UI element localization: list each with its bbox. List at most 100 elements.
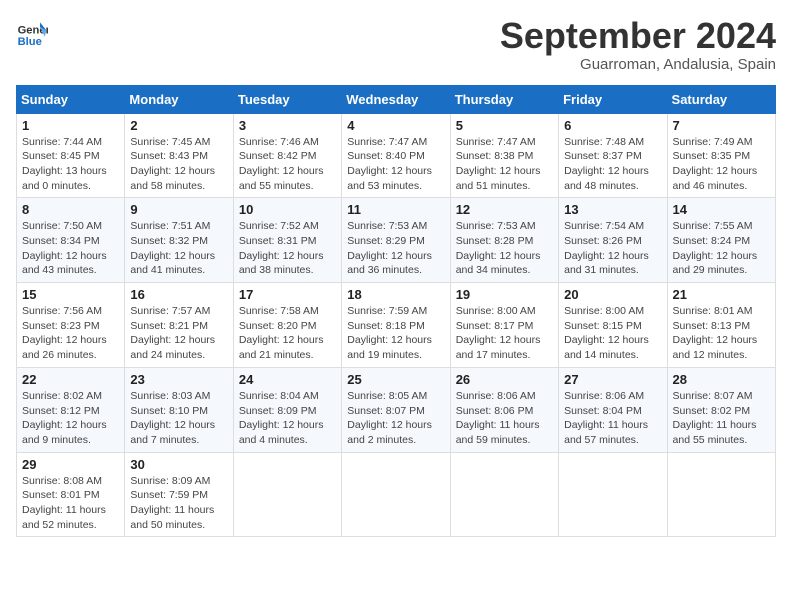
calendar-cell: 9Sunrise: 7:51 AM Sunset: 8:32 PM Daylig… bbox=[125, 198, 233, 283]
calendar-cell: 20 Sunrise: 8:00 AM Sunset: 8:15 PM Dayli… bbox=[559, 283, 667, 368]
page-header: General Blue September 2024 Guarroman, A… bbox=[16, 16, 776, 73]
day-number: 10 bbox=[239, 202, 336, 217]
calendar-cell bbox=[233, 452, 341, 537]
day-info: Sunrise: 7:50 AM Sunset: 8:34 PM Dayligh… bbox=[22, 219, 119, 278]
day-info: Sunrise: 8:06 AM Sunset: 8:04 PM Dayligh… bbox=[564, 389, 661, 448]
day-number: 24 bbox=[239, 372, 336, 387]
day-info: Sunrise: 8:02 AM Sunset: 8:12 PM Dayligh… bbox=[22, 389, 119, 448]
month-title: September 2024 bbox=[500, 16, 776, 56]
day-info: Sunrise: 8:07 AM Sunset: 8:02 PM Dayligh… bbox=[673, 389, 770, 448]
calendar-table: SundayMondayTuesdayWednesdayThursdayFrid… bbox=[16, 85, 776, 538]
day-info: Sunrise: 8:09 AM Sunset: 7:59 PM Dayligh… bbox=[130, 474, 227, 533]
calendar-week-row: 29 Sunrise: 8:08 AM Sunset: 8:01 PM Dayli… bbox=[17, 452, 776, 537]
calendar-cell bbox=[667, 452, 775, 537]
day-info: Sunrise: 7:53 AM Sunset: 8:29 PM Dayligh… bbox=[347, 219, 444, 278]
calendar-cell: 5Sunrise: 7:47 AM Sunset: 8:38 PM Daylig… bbox=[450, 113, 558, 198]
day-number: 17 bbox=[239, 287, 336, 302]
day-number: 21 bbox=[673, 287, 770, 302]
calendar-cell: 16 Sunrise: 7:57 AM Sunset: 8:21 PM Dayli… bbox=[125, 283, 233, 368]
day-info: Sunrise: 8:08 AM Sunset: 8:01 PM Dayligh… bbox=[22, 474, 119, 533]
calendar-week-row: 22 Sunrise: 8:02 AM Sunset: 8:12 PM Dayli… bbox=[17, 367, 776, 452]
calendar-cell: 14Sunrise: 7:55 AM Sunset: 8:24 PM Dayli… bbox=[667, 198, 775, 283]
calendar-cell: 11 Sunrise: 7:53 AM Sunset: 8:29 PM Dayli… bbox=[342, 198, 450, 283]
day-number: 16 bbox=[130, 287, 227, 302]
day-info: Sunrise: 7:53 AM Sunset: 8:28 PM Dayligh… bbox=[456, 219, 553, 278]
calendar-cell: 1 Sunrise: 7:44 AM Sunset: 8:45 PM Daylig… bbox=[17, 113, 125, 198]
day-info: Sunrise: 7:47 AM Sunset: 8:38 PM Dayligh… bbox=[456, 135, 553, 194]
day-info: Sunrise: 7:48 AM Sunset: 8:37 PM Dayligh… bbox=[564, 135, 661, 194]
day-number: 8 bbox=[22, 202, 119, 217]
day-info: Sunrise: 7:49 AM Sunset: 8:35 PM Dayligh… bbox=[673, 135, 770, 194]
day-info: Sunrise: 7:58 AM Sunset: 8:20 PM Dayligh… bbox=[239, 304, 336, 363]
column-header-friday: Friday bbox=[559, 85, 667, 113]
day-number: 22 bbox=[22, 372, 119, 387]
day-info: Sunrise: 8:03 AM Sunset: 8:10 PM Dayligh… bbox=[130, 389, 227, 448]
day-info: Sunrise: 7:45 AM Sunset: 8:43 PM Dayligh… bbox=[130, 135, 227, 194]
calendar-body: 1 Sunrise: 7:44 AM Sunset: 8:45 PM Daylig… bbox=[17, 113, 776, 537]
day-number: 4 bbox=[347, 118, 444, 133]
day-info: Sunrise: 8:01 AM Sunset: 8:13 PM Dayligh… bbox=[673, 304, 770, 363]
calendar-cell: 30 Sunrise: 8:09 AM Sunset: 7:59 PM Dayli… bbox=[125, 452, 233, 537]
calendar-cell: 12 Sunrise: 7:53 AM Sunset: 8:28 PM Dayli… bbox=[450, 198, 558, 283]
day-number: 18 bbox=[347, 287, 444, 302]
calendar-cell: 3 Sunrise: 7:46 AM Sunset: 8:42 PM Daylig… bbox=[233, 113, 341, 198]
day-number: 3 bbox=[239, 118, 336, 133]
calendar-cell bbox=[342, 452, 450, 537]
day-number: 1 bbox=[22, 118, 119, 133]
day-number: 29 bbox=[22, 457, 119, 472]
calendar-cell: 27 Sunrise: 8:06 AM Sunset: 8:04 PM Dayli… bbox=[559, 367, 667, 452]
calendar-week-row: 1 Sunrise: 7:44 AM Sunset: 8:45 PM Daylig… bbox=[17, 113, 776, 198]
day-number: 23 bbox=[130, 372, 227, 387]
day-number: 9 bbox=[130, 202, 227, 217]
day-number: 25 bbox=[347, 372, 444, 387]
day-info: Sunrise: 7:59 AM Sunset: 8:18 PM Dayligh… bbox=[347, 304, 444, 363]
day-number: 28 bbox=[673, 372, 770, 387]
day-info: Sunrise: 7:56 AM Sunset: 8:23 PM Dayligh… bbox=[22, 304, 119, 363]
calendar-header-row: SundayMondayTuesdayWednesdayThursdayFrid… bbox=[17, 85, 776, 113]
day-info: Sunrise: 8:00 AM Sunset: 8:17 PM Dayligh… bbox=[456, 304, 553, 363]
calendar-cell: 6 Sunrise: 7:48 AM Sunset: 8:37 PM Daylig… bbox=[559, 113, 667, 198]
calendar-cell: 24 Sunrise: 8:04 AM Sunset: 8:09 PM Dayli… bbox=[233, 367, 341, 452]
day-info: Sunrise: 7:44 AM Sunset: 8:45 PM Dayligh… bbox=[22, 135, 119, 194]
calendar-week-row: 15 Sunrise: 7:56 AM Sunset: 8:23 PM Dayli… bbox=[17, 283, 776, 368]
column-header-sunday: Sunday bbox=[17, 85, 125, 113]
day-info: Sunrise: 8:00 AM Sunset: 8:15 PM Dayligh… bbox=[564, 304, 661, 363]
calendar-cell: 23 Sunrise: 8:03 AM Sunset: 8:10 PM Dayli… bbox=[125, 367, 233, 452]
day-number: 20 bbox=[564, 287, 661, 302]
day-number: 27 bbox=[564, 372, 661, 387]
column-header-thursday: Thursday bbox=[450, 85, 558, 113]
day-number: 11 bbox=[347, 202, 444, 217]
day-number: 6 bbox=[564, 118, 661, 133]
day-info: Sunrise: 7:54 AM Sunset: 8:26 PM Dayligh… bbox=[564, 219, 661, 278]
day-info: Sunrise: 8:04 AM Sunset: 8:09 PM Dayligh… bbox=[239, 389, 336, 448]
svg-text:Blue: Blue bbox=[18, 36, 42, 48]
column-header-tuesday: Tuesday bbox=[233, 85, 341, 113]
calendar-cell: 2 Sunrise: 7:45 AM Sunset: 8:43 PM Daylig… bbox=[125, 113, 233, 198]
calendar-cell: 13 Sunrise: 7:54 AM Sunset: 8:26 PM Dayli… bbox=[559, 198, 667, 283]
calendar-week-row: 8 Sunrise: 7:50 AM Sunset: 8:34 PM Daylig… bbox=[17, 198, 776, 283]
calendar-cell: 17 Sunrise: 7:58 AM Sunset: 8:20 PM Dayli… bbox=[233, 283, 341, 368]
day-number: 2 bbox=[130, 118, 227, 133]
calendar-cell: 28 Sunrise: 8:07 AM Sunset: 8:02 PM Dayli… bbox=[667, 367, 775, 452]
calendar-cell: 25Sunrise: 8:05 AM Sunset: 8:07 PM Dayli… bbox=[342, 367, 450, 452]
calendar-cell bbox=[450, 452, 558, 537]
calendar-cell bbox=[559, 452, 667, 537]
day-info: Sunrise: 7:46 AM Sunset: 8:42 PM Dayligh… bbox=[239, 135, 336, 194]
calendar-cell: 29 Sunrise: 8:08 AM Sunset: 8:01 PM Dayli… bbox=[17, 452, 125, 537]
day-number: 13 bbox=[564, 202, 661, 217]
calendar-cell: 26Sunrise: 8:06 AM Sunset: 8:06 PM Dayli… bbox=[450, 367, 558, 452]
calendar-cell: 10 Sunrise: 7:52 AM Sunset: 8:31 PM Dayli… bbox=[233, 198, 341, 283]
day-number: 12 bbox=[456, 202, 553, 217]
day-number: 26 bbox=[456, 372, 553, 387]
day-info: Sunrise: 7:52 AM Sunset: 8:31 PM Dayligh… bbox=[239, 219, 336, 278]
logo-icon: General Blue bbox=[16, 16, 48, 48]
calendar-cell: 19Sunrise: 8:00 AM Sunset: 8:17 PM Dayli… bbox=[450, 283, 558, 368]
day-number: 30 bbox=[130, 457, 227, 472]
calendar-cell: 21 Sunrise: 8:01 AM Sunset: 8:13 PM Dayli… bbox=[667, 283, 775, 368]
day-number: 15 bbox=[22, 287, 119, 302]
day-info: Sunrise: 7:55 AM Sunset: 8:24 PM Dayligh… bbox=[673, 219, 770, 278]
calendar-cell: 22 Sunrise: 8:02 AM Sunset: 8:12 PM Dayli… bbox=[17, 367, 125, 452]
day-info: Sunrise: 7:57 AM Sunset: 8:21 PM Dayligh… bbox=[130, 304, 227, 363]
calendar-cell: 4Sunrise: 7:47 AM Sunset: 8:40 PM Daylig… bbox=[342, 113, 450, 198]
location: Guarroman, Andalusia, Spain bbox=[500, 56, 776, 73]
